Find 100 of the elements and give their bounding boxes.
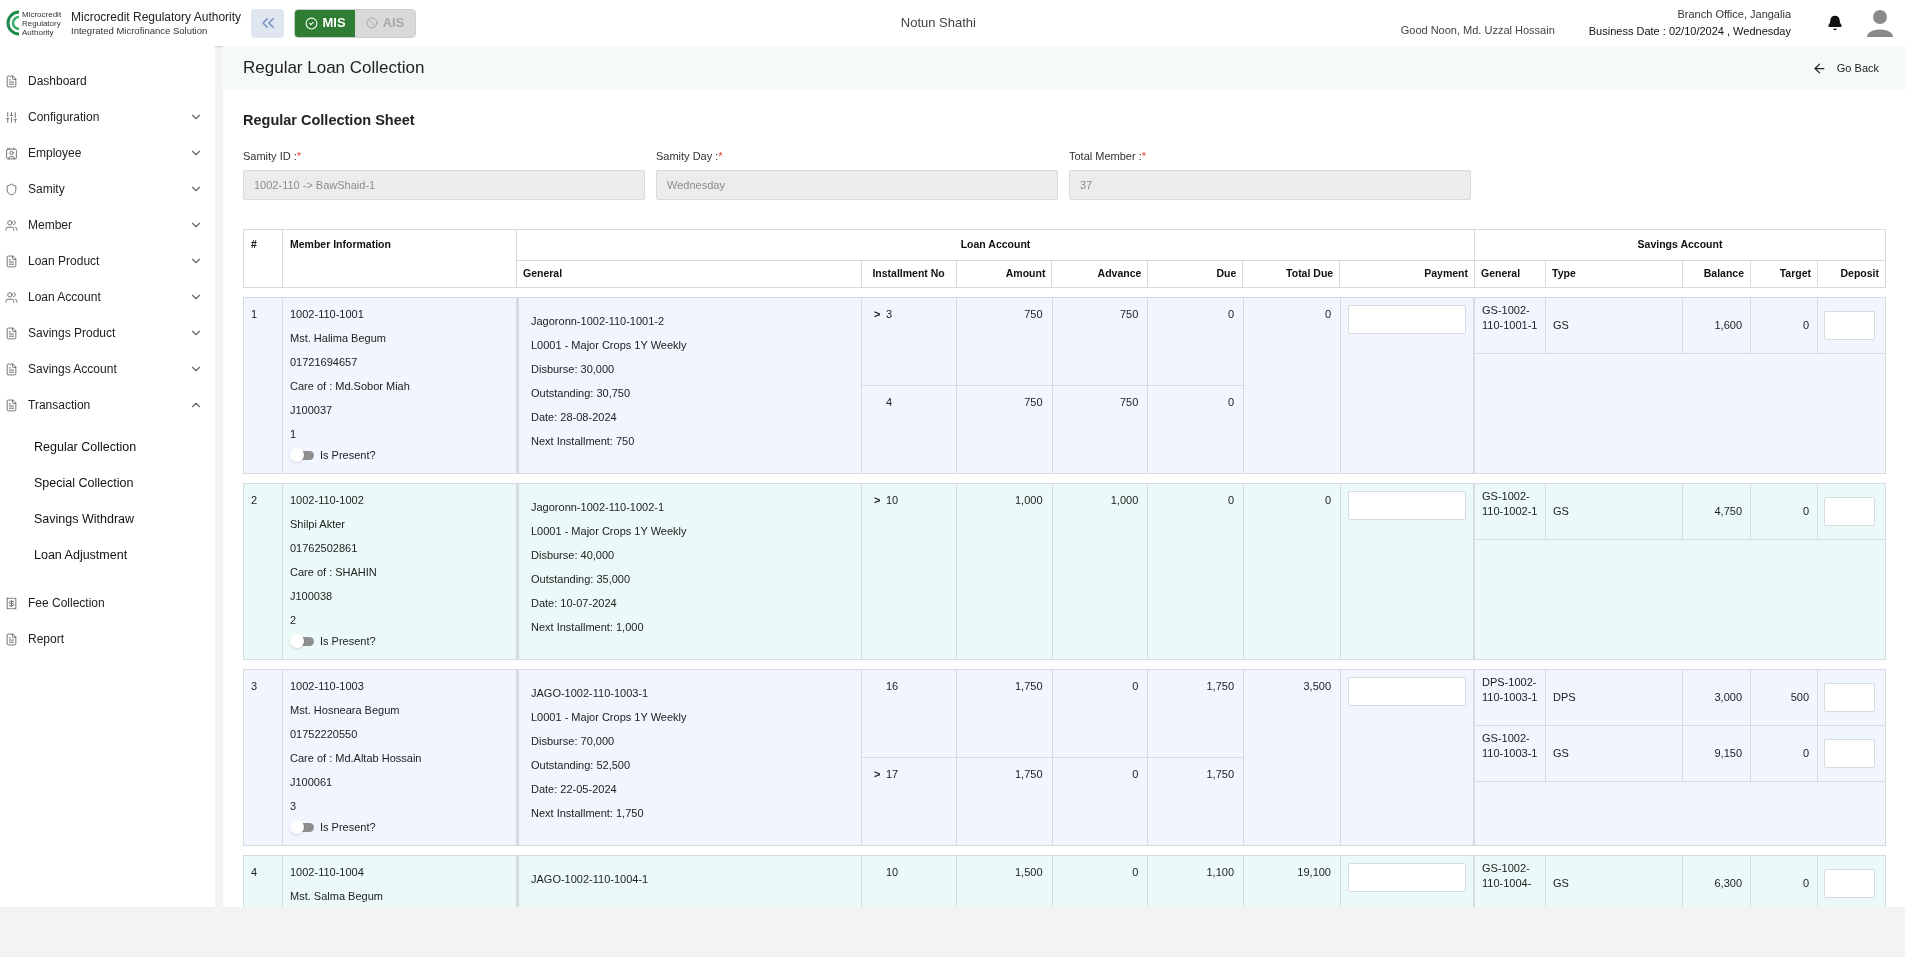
column-header: Deposit	[1839, 265, 1880, 281]
document-icon	[5, 254, 18, 268]
table-cell: GS-1002-110-1001-1	[1475, 297, 1546, 353]
table-cell: 3	[244, 669, 283, 845]
page-title: Regular Loan Collection	[243, 57, 426, 80]
member-info-text: 3	[290, 798, 297, 814]
people-icon	[5, 218, 18, 232]
table-cell: 1,600	[1683, 297, 1751, 353]
table-cell-text: 0	[1226, 394, 1235, 410]
table-cell-text: 0	[1226, 492, 1235, 508]
collapse-sidebar-button[interactable]	[251, 8, 285, 38]
sidebar-item[interactable]: Savings Product	[0, 315, 215, 351]
member-info-text: J100037	[290, 402, 333, 418]
sidebar-item[interactable]: Fee Collection	[0, 585, 215, 621]
ban-icon	[365, 17, 378, 29]
loan-info-text: Disburse: 40,000	[531, 547, 615, 563]
table-cell: 0	[1244, 483, 1341, 659]
column-header: Amount	[956, 260, 1053, 287]
sidebar-item[interactable]: Member	[0, 207, 215, 243]
sidebar-subitem[interactable]: Regular Collection	[0, 429, 215, 465]
table-cell: GS	[1546, 855, 1683, 907]
member-info-text: 01752220550	[290, 726, 358, 742]
sidebar-item[interactable]: Employee	[0, 135, 215, 171]
sidebar-subitem[interactable]: Loan Adjustment	[0, 537, 215, 573]
sidebar-subitem[interactable]: Special Collection	[0, 465, 215, 501]
table-cell: 1,750	[956, 669, 1053, 757]
table-cell: > 3	[862, 297, 957, 385]
table-cell: GS	[1546, 483, 1683, 539]
deposit-input[interactable]	[1824, 496, 1875, 526]
table-cell: 0	[1052, 757, 1149, 845]
table-cell: 750	[956, 297, 1053, 385]
present-toggle[interactable]	[290, 820, 314, 834]
loan-info-text: Disburse: 30,000	[531, 361, 615, 377]
table-cell: GS	[1546, 297, 1683, 353]
loan-info-text: L0001 - Major Crops 1Y Weekly	[531, 337, 687, 353]
table-cell: 19,100	[1244, 855, 1341, 907]
toggle-label: Is Present?	[320, 819, 376, 835]
toggle-label: Is Present?	[320, 447, 376, 463]
table-cell: 0	[1244, 297, 1341, 473]
sidebar-subitem[interactable]: Savings Withdraw	[0, 501, 215, 537]
payment-input[interactable]	[1348, 304, 1466, 334]
sidebar-item[interactable]: Loan Product	[0, 243, 215, 279]
loan-info-text: Outstanding: 30,750	[531, 385, 631, 401]
notification-bell-icon[interactable]	[1827, 15, 1843, 31]
table-cell-text: 1,750	[1205, 678, 1235, 694]
table-cell-text: 1,750	[1205, 766, 1235, 782]
deposit-input[interactable]	[1824, 738, 1875, 768]
sidebar-item[interactable]: Dashboard	[0, 63, 215, 99]
greeting-text: Good Noon, Md. Uzzal Hossain	[1400, 22, 1555, 38]
table-cell: 0	[1751, 483, 1818, 539]
loan-info-text: Date: 22-05-2024	[531, 781, 617, 797]
table-cell: 0	[1751, 725, 1818, 781]
deposit-input[interactable]	[1824, 682, 1875, 712]
sidebar-item[interactable]: Report	[0, 621, 215, 657]
table-cell: 1,000	[1052, 483, 1149, 659]
table-cell-text: 1,100	[1205, 864, 1235, 880]
column-header: #	[244, 229, 283, 287]
sidebar-item[interactable]: Transaction	[0, 387, 215, 423]
table-cell: 1,000	[956, 483, 1053, 659]
table-cell: DPS	[1546, 669, 1683, 725]
column-header: Installment No	[861, 260, 957, 287]
member-info-text: Mst. Halima Begum	[290, 330, 386, 346]
table-cell: 4,750	[1683, 483, 1751, 539]
module-toggle[interactable]: MIS	[295, 9, 356, 37]
table-cell: 500	[1751, 669, 1818, 725]
deposit-input[interactable]	[1824, 868, 1875, 898]
payment-input[interactable]	[1348, 862, 1466, 892]
shield-icon	[5, 182, 18, 196]
sidebar-item[interactable]: Savings Account	[0, 351, 215, 387]
branch-name: Branch Office, Jangalia	[1677, 7, 1791, 22]
payment-input[interactable]	[1348, 676, 1466, 706]
loan-info-text: Disburse: 70,000	[531, 733, 615, 749]
table-cell: 10	[862, 855, 957, 907]
sidebar-item[interactable]: Configuration	[0, 99, 215, 135]
member-info-text: 01762502861	[290, 540, 358, 556]
sidebar-item[interactable]: Loan Account	[0, 279, 215, 315]
org-subtitle: Integrated Microfinance Solution	[71, 24, 209, 37]
table-cell: 750	[1052, 385, 1149, 473]
member-info-text: Care of : SHAHIN	[290, 564, 377, 580]
document-icon	[5, 362, 18, 376]
column-header: General	[1475, 260, 1546, 287]
deposit-input[interactable]	[1824, 310, 1875, 340]
present-toggle[interactable]	[290, 448, 314, 462]
present-toggle[interactable]	[290, 634, 314, 648]
payment-input[interactable]	[1348, 490, 1466, 520]
table-cell: 0	[1052, 669, 1149, 757]
go-back-button[interactable]: Go Back	[1811, 59, 1879, 77]
logo-icon	[4, 8, 20, 38]
logo-text: Microcredit Regulatory Authority	[22, 9, 63, 37]
table-cell: 3,500	[1244, 669, 1341, 845]
loan-info-text: Date: 28-08-2024	[531, 409, 617, 425]
table-cell: 1,750	[956, 757, 1053, 845]
receipt-icon	[5, 596, 18, 610]
arrow-left-icon	[1811, 60, 1827, 76]
document-icon	[5, 74, 18, 88]
user-avatar-icon[interactable]	[1867, 9, 1893, 37]
column-header: Member Information	[283, 229, 517, 287]
sidebar-item[interactable]: Samity	[0, 171, 215, 207]
loan-info-text: Next Installment: 1,000	[531, 619, 644, 635]
document-icon	[5, 632, 18, 646]
